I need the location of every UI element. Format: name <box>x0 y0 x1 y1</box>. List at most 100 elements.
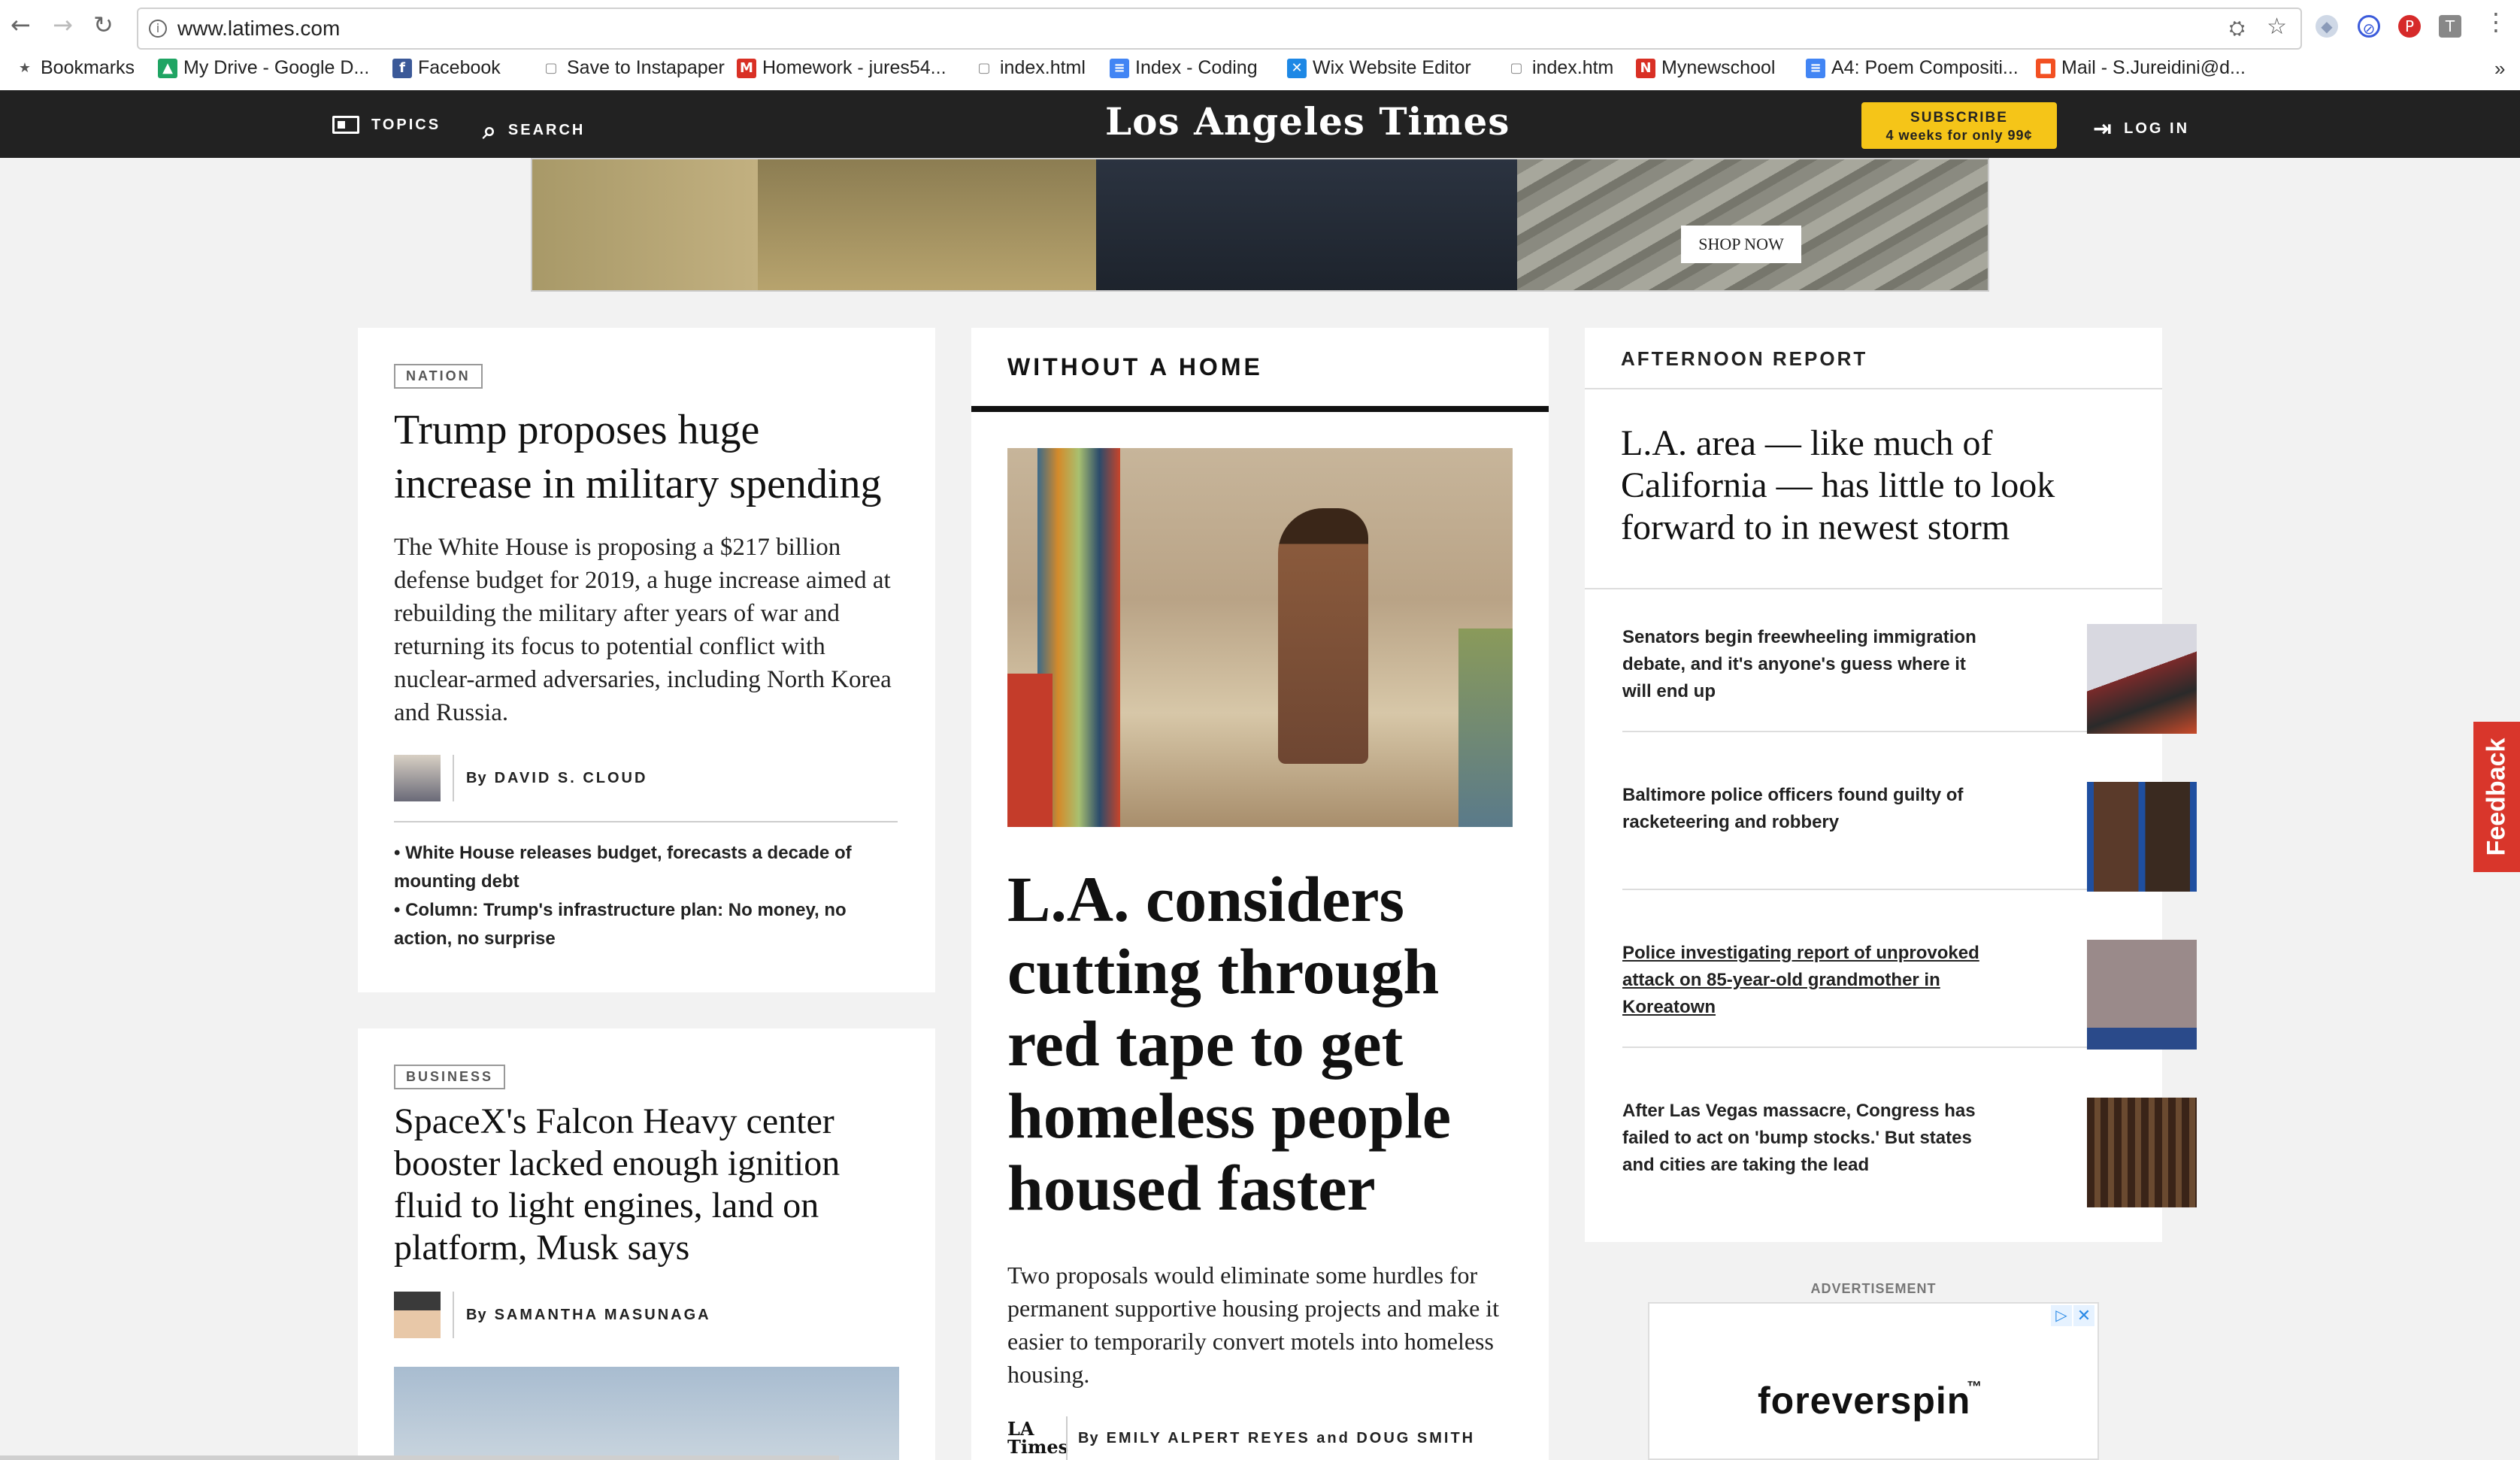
ad-label: ADVERTISEMENT <box>1810 1281 1937 1296</box>
afternoon-report-card: AFTERNOON REPORT L.A. area — like much o… <box>1585 328 2197 1242</box>
story-card-business: BUSINESS SpaceX's Falcon Heavy center bo… <box>358 1028 935 1460</box>
story-title[interactable]: Police investigating report of unprovoke… <box>1622 940 1998 1021</box>
byline-prefix: By <box>466 1306 487 1323</box>
page-icon: ▢ <box>977 59 991 76</box>
section-label[interactable]: NATION <box>394 364 483 389</box>
bookmark-item[interactable]: N Mynewschool <box>1636 57 1775 79</box>
list-item[interactable]: Senators begin freewheeling immigration … <box>1622 624 2197 734</box>
author-names[interactable]: EMILY ALPERT REYES and DOUG SMITH <box>1107 1430 1476 1447</box>
site-logo[interactable]: Los Angeles Times <box>1105 99 1510 144</box>
banner-ad[interactable]: SHOP NOW <box>531 158 1989 292</box>
story-title[interactable]: Baltimore police officers found guilty o… <box>1622 782 1998 836</box>
section-title[interactable]: AFTERNOON REPORT <box>1621 347 1867 371</box>
login-button[interactable]: ⇥ LOG IN <box>2093 116 2189 142</box>
reload-icon[interactable]: ↻ <box>93 11 114 39</box>
bookmarks-bar: ★ Bookmarks ▲ My Drive - Google D... f Facebo… <box>0 57 2520 84</box>
menu-icon[interactable]: ⋮ <box>2484 8 2508 36</box>
ad-image-left <box>532 159 758 290</box>
horizontal-scrollbar[interactable] <box>0 1455 839 1460</box>
story-thumbnail[interactable] <box>2087 782 2197 892</box>
dropbox-icon[interactable]: ◆ <box>2316 15 2338 38</box>
bookmark-item[interactable]: ■ Mail - S.Jureidini@d... <box>2036 57 2246 79</box>
page-icon: ▢ <box>544 59 558 76</box>
feedback-tab[interactable]: Feedback <box>2473 722 2520 872</box>
featured-image[interactable] <box>1007 448 1513 827</box>
author-name[interactable]: DAVID S. CLOUD <box>495 770 648 787</box>
login-icon: ⇥ <box>2093 116 2113 142</box>
address-bar[interactable]: i www.latimes.com ⛭ ☆ <box>137 8 2302 50</box>
bookmark-item[interactable]: ▢ Save to Instapaper <box>541 57 724 79</box>
bookmark-item[interactable]: ▢ index.html <box>974 57 1086 79</box>
text-extension-icon[interactable]: T <box>2439 15 2461 38</box>
bookmark-item[interactable]: M Homework - jures54... <box>737 57 947 79</box>
lead-headline[interactable]: L.A. area — like much of California — ha… <box>1621 423 2132 549</box>
bookmark-item[interactable]: ★ Bookmarks <box>15 57 135 79</box>
login-label: LOG IN <box>2124 120 2190 137</box>
headline[interactable]: L.A. considers cutting through red tape … <box>1007 863 1519 1224</box>
story-title[interactable]: After Las Vegas massacre, Congress has f… <box>1622 1098 1998 1179</box>
section-label[interactable]: BUSINESS <box>394 1065 506 1089</box>
gmail-icon: M <box>737 58 756 78</box>
byline-divider <box>1066 1416 1068 1460</box>
section-title[interactable]: WITHOUT A HOME <box>1007 353 1263 381</box>
newschool-icon: N <box>1636 58 1655 78</box>
shop-now-button[interactable]: SHOP NOW <box>1681 226 1801 263</box>
divider <box>1585 388 2162 389</box>
block-icon[interactable]: ⊘ <box>2358 15 2380 38</box>
story-thumbnail[interactable] <box>2087 1098 2197 1207</box>
bookmark-item[interactable]: f Facebook <box>392 57 501 79</box>
headline[interactable]: SpaceX's Falcon Heavy center booster lac… <box>394 1101 905 1269</box>
ad-choices-icon[interactable]: ▷ <box>2051 1305 2072 1326</box>
pinterest-icon[interactable]: P <box>2398 15 2421 38</box>
back-icon[interactable]: ← <box>11 11 31 39</box>
bookmark-item[interactable]: ▲ My Drive - Google D... <box>158 57 369 79</box>
bookmark-label: index.html <box>1000 57 1086 78</box>
close-ad-icon[interactable]: ✕ <box>2073 1305 2094 1326</box>
ad-image-jacket <box>758 159 1096 290</box>
headline[interactable]: Trump proposes huge increase in military… <box>394 403 905 511</box>
related-link[interactable]: • White House releases budget, forecasts… <box>394 839 905 896</box>
bookmark-star-icon[interactable]: ☆ <box>2267 14 2287 40</box>
sidebar-ad[interactable]: ▷ ✕ foreverspin ™ <box>1648 1302 2099 1460</box>
story-summary: The White House is proposing a $217 bill… <box>394 534 892 726</box>
topics-button[interactable]: TOPICS <box>332 116 441 134</box>
story-card-nation: NATION Trump proposes huge increase in m… <box>358 328 935 992</box>
bookmark-label: Mynewschool <box>1661 57 1776 78</box>
list-item[interactable]: Baltimore police officers found guilty o… <box>1622 782 2197 892</box>
search-button[interactable]: ⌕ SEARCH <box>483 116 585 145</box>
story-thumbnail[interactable] <box>2087 940 2197 1050</box>
bookmark-label: A4: Poem Compositi... <box>1831 57 2019 78</box>
section-rule <box>971 406 1549 412</box>
bookmarks-overflow-icon[interactable]: » <box>2494 57 2505 80</box>
graffiti-pillar-right <box>1458 629 1513 827</box>
search-label: SEARCH <box>507 122 586 138</box>
translate-icon[interactable]: ⛭ <box>2229 17 2245 41</box>
subscribe-button[interactable]: SUBSCRIBE 4 weeks for only 99¢ <box>1861 102 2057 149</box>
info-icon[interactable]: i <box>149 20 167 38</box>
byline: LA Times By EMILY ALPERT REYES and DOUG … <box>1007 1416 1475 1460</box>
bookmark-label: Homework - jures54... <box>762 57 947 78</box>
byline-prefix: By <box>1078 1429 1099 1446</box>
bookmark-item[interactable]: ▢ index.htm <box>1507 57 1613 79</box>
story-thumbnail[interactable] <box>2087 624 2197 734</box>
page-icon: ▢ <box>1510 59 1523 76</box>
story-image[interactable] <box>394 1367 899 1460</box>
byline: By SAMANTHA MASUNAGA <box>394 1292 711 1338</box>
avatar[interactable] <box>394 1292 441 1338</box>
bookmark-label: Mail - S.Jureidini@d... <box>2061 57 2246 78</box>
list-item[interactable]: After Las Vegas massacre, Congress has f… <box>1622 1098 2197 1207</box>
bookmark-item[interactable]: ≡ A4: Poem Compositi... <box>1806 57 2019 79</box>
avatar[interactable] <box>394 755 441 801</box>
person-figure <box>1278 508 1368 764</box>
related-link[interactable]: • Column: Trump's infrastructure plan: N… <box>394 896 905 953</box>
ad-image-coat <box>1096 159 1517 290</box>
list-item[interactable]: Police investigating report of unprovoke… <box>1622 940 2197 1050</box>
bookmark-item[interactable]: ≡ Index - Coding <box>1110 57 1258 79</box>
bookmark-label: Index - Coding <box>1135 57 1258 78</box>
story-title[interactable]: Senators begin freewheeling immigration … <box>1622 624 1998 705</box>
bookmark-item[interactable]: ✕ Wix Website Editor <box>1287 57 1471 79</box>
author-name[interactable]: SAMANTHA MASUNAGA <box>495 1307 711 1324</box>
microsoft-icon: ■ <box>2036 58 2055 78</box>
story-summary: Two proposals would eliminate some hurdl… <box>1007 1262 1500 1388</box>
forward-icon[interactable]: → <box>53 11 73 39</box>
